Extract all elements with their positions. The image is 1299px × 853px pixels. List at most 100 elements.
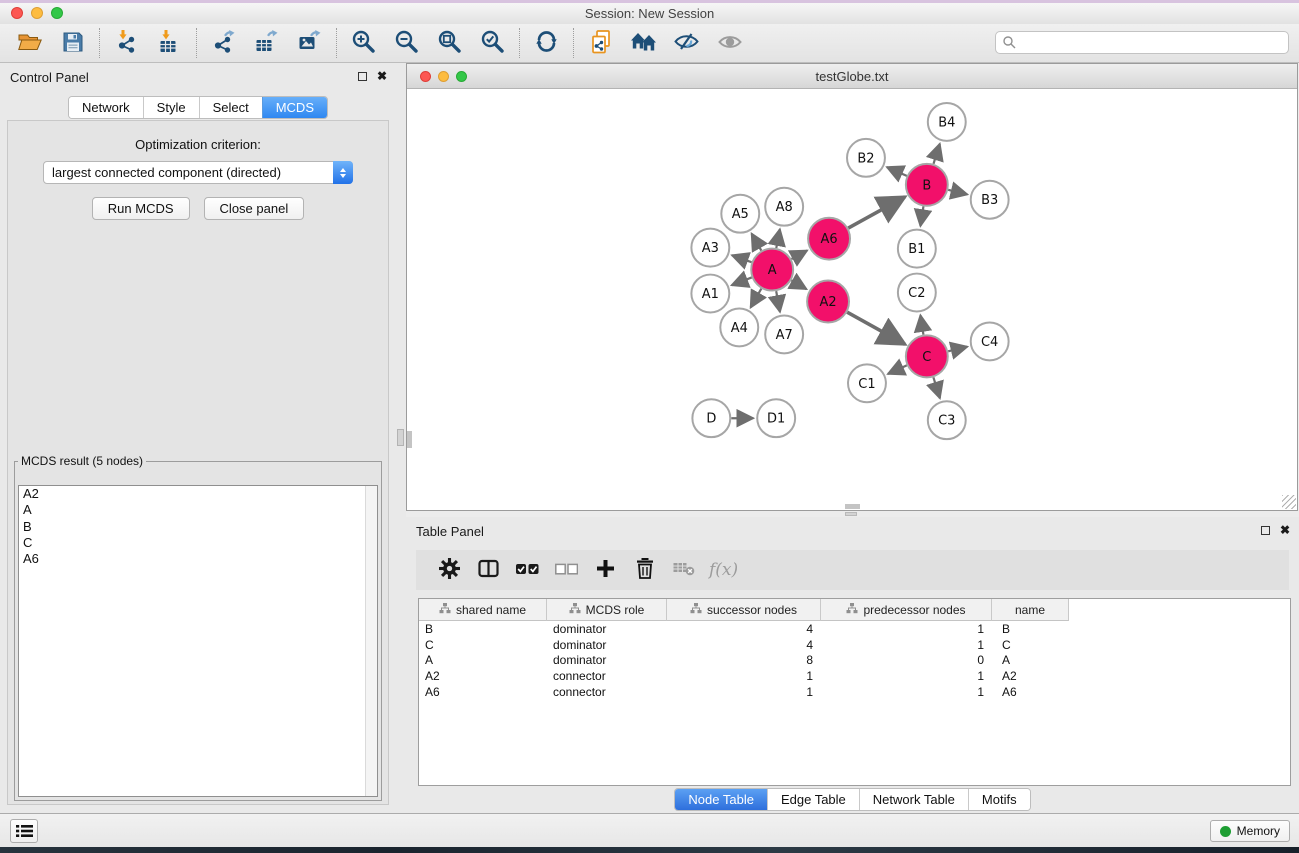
- cell-name[interactable]: A: [992, 653, 1069, 667]
- graph-edge-B-B1[interactable]: [920, 206, 923, 226]
- home-button[interactable]: [622, 26, 665, 60]
- column-header-successor-nodes[interactable]: successor nodes: [667, 599, 821, 621]
- cell-shared-name[interactable]: A2: [419, 669, 547, 683]
- cell-predecessor-nodes[interactable]: 1: [821, 622, 992, 636]
- graph-edge-C-C2[interactable]: [920, 315, 923, 335]
- graph-edge-A-A8[interactable]: [776, 229, 780, 248]
- cell-predecessor-nodes[interactable]: 0: [821, 653, 992, 667]
- open-folder-button[interactable]: [8, 26, 51, 60]
- mcds-result-item[interactable]: A2: [19, 486, 377, 502]
- graph-node-A8[interactable]: A8: [765, 188, 803, 226]
- column-header-predecessor-nodes[interactable]: predecessor nodes: [821, 599, 992, 621]
- column-header-MCDS-role[interactable]: MCDS role: [547, 599, 667, 621]
- network-window-titlebar[interactable]: testGlobe.txt: [407, 64, 1297, 89]
- network-maximize-button[interactable]: [456, 71, 467, 82]
- graph-node-A6[interactable]: A6: [808, 218, 850, 260]
- select-all-button[interactable]: [508, 553, 547, 587]
- graph-node-A5[interactable]: A5: [721, 195, 759, 233]
- run-mcds-button[interactable]: Run MCDS: [92, 197, 190, 220]
- gear-button[interactable]: [430, 553, 469, 587]
- cell-MCDS-role[interactable]: dominator: [547, 622, 667, 636]
- close-panel-button[interactable]: Close panel: [204, 197, 305, 220]
- import-table-button[interactable]: [148, 26, 191, 60]
- mcds-result-item[interactable]: A: [19, 502, 377, 518]
- table-row[interactable]: A6connector11A6: [419, 684, 1290, 700]
- export-table-button[interactable]: [245, 26, 288, 60]
- graph-node-B2[interactable]: B2: [847, 139, 885, 177]
- canvas-horizontal-scrollbar[interactable]: [845, 504, 860, 509]
- graph-edge-A-A7[interactable]: [776, 291, 780, 312]
- cell-successor-nodes[interactable]: 1: [667, 685, 821, 699]
- panel-splitter-vertical[interactable]: [396, 63, 406, 813]
- cell-name[interactable]: B: [992, 622, 1069, 636]
- save-button[interactable]: [51, 26, 94, 60]
- cell-shared-name[interactable]: C: [419, 638, 547, 652]
- graph-node-B[interactable]: B: [906, 164, 948, 206]
- graph-edge-A6-B[interactable]: [848, 197, 905, 228]
- graph-node-D1[interactable]: D1: [757, 399, 795, 437]
- cell-shared-name[interactable]: B: [419, 622, 547, 636]
- float-table-panel-icon[interactable]: [1261, 526, 1270, 535]
- cell-name[interactable]: A6: [992, 685, 1069, 699]
- tab-network[interactable]: Network: [69, 97, 143, 118]
- network-canvas[interactable]: B4B2BB3A8A5A6A3B1AC2A1A2A4A7C4CC1DD1C3: [407, 90, 1297, 510]
- zoom-in-button[interactable]: [342, 26, 385, 60]
- add-column-button[interactable]: [586, 553, 625, 587]
- cell-predecessor-nodes[interactable]: 1: [821, 685, 992, 699]
- cell-successor-nodes[interactable]: 1: [667, 669, 821, 683]
- graph-node-A1[interactable]: A1: [691, 275, 729, 313]
- cell-MCDS-role[interactable]: dominator: [547, 653, 667, 667]
- table-row[interactable]: Adominator80A: [419, 652, 1290, 668]
- export-network-button[interactable]: [202, 26, 245, 60]
- table-row[interactable]: Bdominator41B: [419, 621, 1290, 637]
- tab-mcds[interactable]: MCDS: [262, 97, 327, 118]
- search-input[interactable]: [1021, 36, 1288, 50]
- result-scrollbar[interactable]: [365, 486, 377, 796]
- table-row[interactable]: Cdominator41C: [419, 637, 1290, 653]
- eye-button[interactable]: [708, 26, 751, 60]
- maximize-window-button[interactable]: [51, 7, 63, 19]
- tab-select[interactable]: Select: [199, 97, 262, 118]
- graph-node-A4[interactable]: A4: [720, 308, 758, 346]
- tab-style[interactable]: Style: [143, 97, 199, 118]
- optimization-criterion-select[interactable]: largest connected component (directed): [43, 161, 353, 184]
- graph-edge-B-B3[interactable]: [948, 190, 967, 195]
- graph-node-A[interactable]: A: [751, 249, 793, 291]
- tab-motifs[interactable]: Motifs: [968, 789, 1030, 810]
- resize-grip-icon[interactable]: [1282, 495, 1296, 509]
- network-minimize-button[interactable]: [438, 71, 449, 82]
- cell-predecessor-nodes[interactable]: 1: [821, 638, 992, 652]
- graph-node-A7[interactable]: A7: [765, 315, 803, 353]
- zoom-selected-button[interactable]: [471, 26, 514, 60]
- graph-node-C2[interactable]: C2: [898, 274, 936, 312]
- graph-node-D[interactable]: D: [692, 399, 730, 437]
- close-window-button[interactable]: [11, 7, 23, 19]
- cell-name[interactable]: A2: [992, 669, 1069, 683]
- graph-edge-A-A6[interactable]: [791, 251, 807, 260]
- zoom-fit-button[interactable]: [428, 26, 471, 60]
- splitter-handle[interactable]: [397, 429, 404, 446]
- graph-edge-A-A2[interactable]: [791, 280, 806, 289]
- graph-node-A3[interactable]: A3: [691, 229, 729, 267]
- mcds-result-item[interactable]: A6: [19, 551, 377, 567]
- cell-shared-name[interactable]: A: [419, 653, 547, 667]
- column-header-name[interactable]: name: [992, 599, 1069, 621]
- mcds-result-list[interactable]: A2ABCA6: [18, 485, 378, 797]
- cell-successor-nodes[interactable]: 4: [667, 638, 821, 652]
- graph-edge-B-B2[interactable]: [887, 167, 907, 176]
- graph-node-A2[interactable]: A2: [807, 281, 849, 323]
- graph-edge-A-A1[interactable]: [732, 277, 752, 285]
- delete-button[interactable]: [625, 553, 664, 587]
- cell-shared-name[interactable]: A6: [419, 685, 547, 699]
- split-view-button[interactable]: [469, 553, 508, 587]
- graph-edge-A-A4[interactable]: [751, 289, 762, 308]
- graph-edge-B-B4[interactable]: [934, 144, 940, 164]
- network-close-button[interactable]: [420, 71, 431, 82]
- memory-button[interactable]: Memory: [1210, 820, 1290, 842]
- graph-node-C3[interactable]: C3: [928, 401, 966, 439]
- graph-node-B3[interactable]: B3: [971, 181, 1009, 219]
- graph-edge-C-C1[interactable]: [888, 365, 907, 374]
- mcds-result-item[interactable]: C: [19, 535, 377, 551]
- deselect-all-button[interactable]: [547, 553, 586, 587]
- cell-successor-nodes[interactable]: 4: [667, 622, 821, 636]
